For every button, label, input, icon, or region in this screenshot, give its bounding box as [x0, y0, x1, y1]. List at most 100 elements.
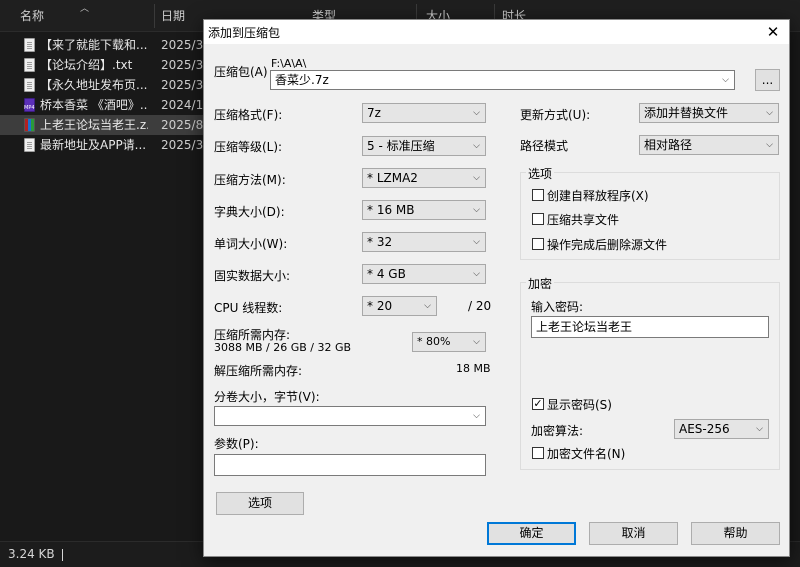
shared-files-label[interactable]: 压缩共享文件: [547, 211, 619, 228]
file-name: 最新地址及APP请...: [40, 138, 147, 152]
file-date: 2025/3/: [161, 138, 205, 152]
cpu-threads-select[interactable]: * 20 ⌵: [362, 296, 437, 316]
word-size-label: 单词大小(W):: [214, 237, 288, 251]
decompress-memory-label: 解压缩所需内存:: [214, 364, 303, 378]
encryption-group-title: 加密: [526, 275, 555, 292]
solid-size-value: * 4 GB: [367, 267, 406, 281]
password-input[interactable]: 上老王论坛当老王: [531, 316, 769, 338]
sort-up-icon: ︿: [80, 4, 90, 14]
file-name: 【论坛介绍】.txt: [40, 58, 133, 72]
close-icon[interactable]: ✕: [763, 22, 783, 42]
archive-path: F:\A\A\: [271, 57, 307, 70]
chevron-down-icon: ⌵: [766, 140, 773, 150]
browse-button[interactable]: ...: [755, 69, 780, 91]
help-button[interactable]: 帮助: [691, 522, 780, 545]
update-mode-select[interactable]: 添加并替换文件 ⌵: [639, 103, 779, 123]
format-value: 7z: [367, 106, 381, 120]
cpu-threads-total: / 20: [468, 299, 492, 313]
dict-size-select[interactable]: * 16 MB ⌵: [362, 200, 486, 220]
format-select[interactable]: 7z ⌵: [362, 103, 486, 123]
password-label: 输入密码:: [531, 300, 584, 314]
file-row[interactable]: 桥本香菜 《酒吧》... 2024/11: [0, 95, 205, 115]
level-label: 压缩等级(L):: [214, 140, 283, 154]
encrypt-names-label[interactable]: 加密文件名(N): [547, 445, 625, 462]
archive-name-value: 香菜少.7z: [275, 73, 329, 87]
encryption-method-label: 加密算法:: [531, 424, 584, 438]
cancel-button[interactable]: 取消: [589, 522, 678, 545]
dict-size-label: 字典大小(D):: [214, 205, 285, 219]
cpu-threads-label: CPU 线程数:: [214, 301, 283, 315]
file-date: 2025/3/: [161, 38, 205, 52]
file-name: 上老王论坛当老王.z...: [40, 118, 148, 132]
params-label: 参数(P):: [214, 437, 259, 451]
cpu-threads-value: * 20: [367, 299, 393, 313]
level-select[interactable]: 5 - 标准压缩 ⌵: [362, 136, 486, 156]
file-row-selected[interactable]: 上老王论坛当老王.z... 2025/8/: [0, 115, 205, 135]
options-button[interactable]: 选项: [216, 492, 304, 515]
delete-after-checkbox[interactable]: [532, 238, 544, 250]
word-size-select[interactable]: * 32 ⌵: [362, 232, 486, 252]
params-input[interactable]: [214, 454, 486, 476]
chevron-down-icon: ⌵: [473, 141, 480, 151]
update-mode-value: 添加并替换文件: [644, 106, 729, 120]
ok-button[interactable]: 确定: [487, 522, 576, 545]
doc-file-icon: [24, 138, 35, 152]
chevron-down-icon: ⌵: [473, 237, 480, 247]
delete-after-label[interactable]: 操作完成后删除源文件: [547, 236, 667, 253]
column-date[interactable]: 日期: [155, 0, 205, 32]
file-date: 2025/3/: [161, 58, 205, 72]
encryption-method-select[interactable]: AES-256 ⌵: [674, 419, 769, 439]
format-label: 压缩格式(F):: [214, 108, 283, 122]
level-value: 5 - 标准压缩: [367, 139, 435, 153]
method-label: 压缩方法(M):: [214, 173, 286, 187]
chevron-down-icon: ⌵: [473, 173, 480, 183]
solid-size-label: 固实数据大小:: [214, 269, 291, 283]
file-row[interactable]: 【论坛介绍】.txt 2025/3/: [0, 55, 205, 75]
file-name: 【来了就能下载和...: [40, 38, 148, 52]
chevron-down-icon: ⌵: [473, 337, 480, 347]
doc-file-icon: [24, 58, 35, 72]
chevron-down-icon: ⌵: [473, 269, 480, 279]
dialog-title: 添加到压缩包: [208, 26, 281, 40]
path-mode-label: 路径模式: [520, 139, 569, 153]
method-value: * LZMA2: [367, 171, 418, 185]
volume-size-label: 分卷大小，字节(V):: [214, 390, 320, 404]
memory-percent-select[interactable]: * 80% ⌵: [412, 332, 486, 352]
chevron-down-icon: ⌵: [766, 108, 773, 118]
decompress-memory-value: 18 MB: [456, 362, 491, 375]
sfx-label[interactable]: 创建自释放程序(X): [547, 187, 649, 204]
mp4-file-icon: [24, 98, 35, 112]
status-size: 3.24 KB: [8, 547, 55, 561]
path-mode-select[interactable]: 相对路径 ⌵: [639, 135, 779, 155]
file-name: 【永久地址发布页...: [40, 78, 148, 92]
show-password-checkbox[interactable]: ✓: [532, 398, 544, 410]
method-select[interactable]: * LZMA2 ⌵: [362, 168, 486, 188]
encrypt-names-checkbox[interactable]: [532, 447, 544, 459]
chevron-down-icon: ⌵: [473, 205, 480, 215]
dict-size-value: * 16 MB: [367, 203, 415, 217]
options-group-title: 选项: [526, 165, 555, 182]
update-mode-label: 更新方式(U):: [520, 108, 591, 122]
file-date: 2025/3/: [161, 78, 205, 92]
sfx-checkbox[interactable]: [532, 189, 544, 201]
chevron-down-icon: ⌵: [473, 411, 480, 421]
rar-archive-icon: [24, 118, 35, 132]
solid-size-select[interactable]: * 4 GB ⌵: [362, 264, 486, 284]
path-mode-value: 相对路径: [644, 138, 693, 152]
volume-size-combo[interactable]: ⌵: [214, 406, 486, 426]
file-row[interactable]: 【永久地址发布页... 2025/3/: [0, 75, 205, 95]
file-row[interactable]: 【来了就能下载和... 2025/3/: [0, 35, 205, 55]
file-date: 2024/11: [161, 98, 205, 112]
file-date: 2025/8/: [161, 118, 205, 132]
archive-label: 压缩包(A): [214, 65, 268, 79]
archive-name-combo[interactable]: 香菜少.7z ⌵: [270, 70, 735, 90]
show-password-label[interactable]: 显示密码(S): [547, 396, 612, 413]
file-row[interactable]: 最新地址及APP请... 2025/3/: [0, 135, 205, 155]
chevron-down-icon: ⌵: [722, 75, 729, 85]
dialog-titlebar[interactable]: 添加到压缩包 ✕: [204, 20, 789, 44]
add-to-archive-dialog: 添加到压缩包 ✕ 压缩包(A) F:\A\A\ 香菜少.7z ⌵ ... 压缩格…: [203, 19, 790, 557]
shared-files-checkbox[interactable]: [532, 213, 544, 225]
chevron-down-icon: ⌵: [424, 301, 431, 311]
doc-file-icon: [24, 38, 35, 52]
status-divider: [62, 549, 63, 561]
